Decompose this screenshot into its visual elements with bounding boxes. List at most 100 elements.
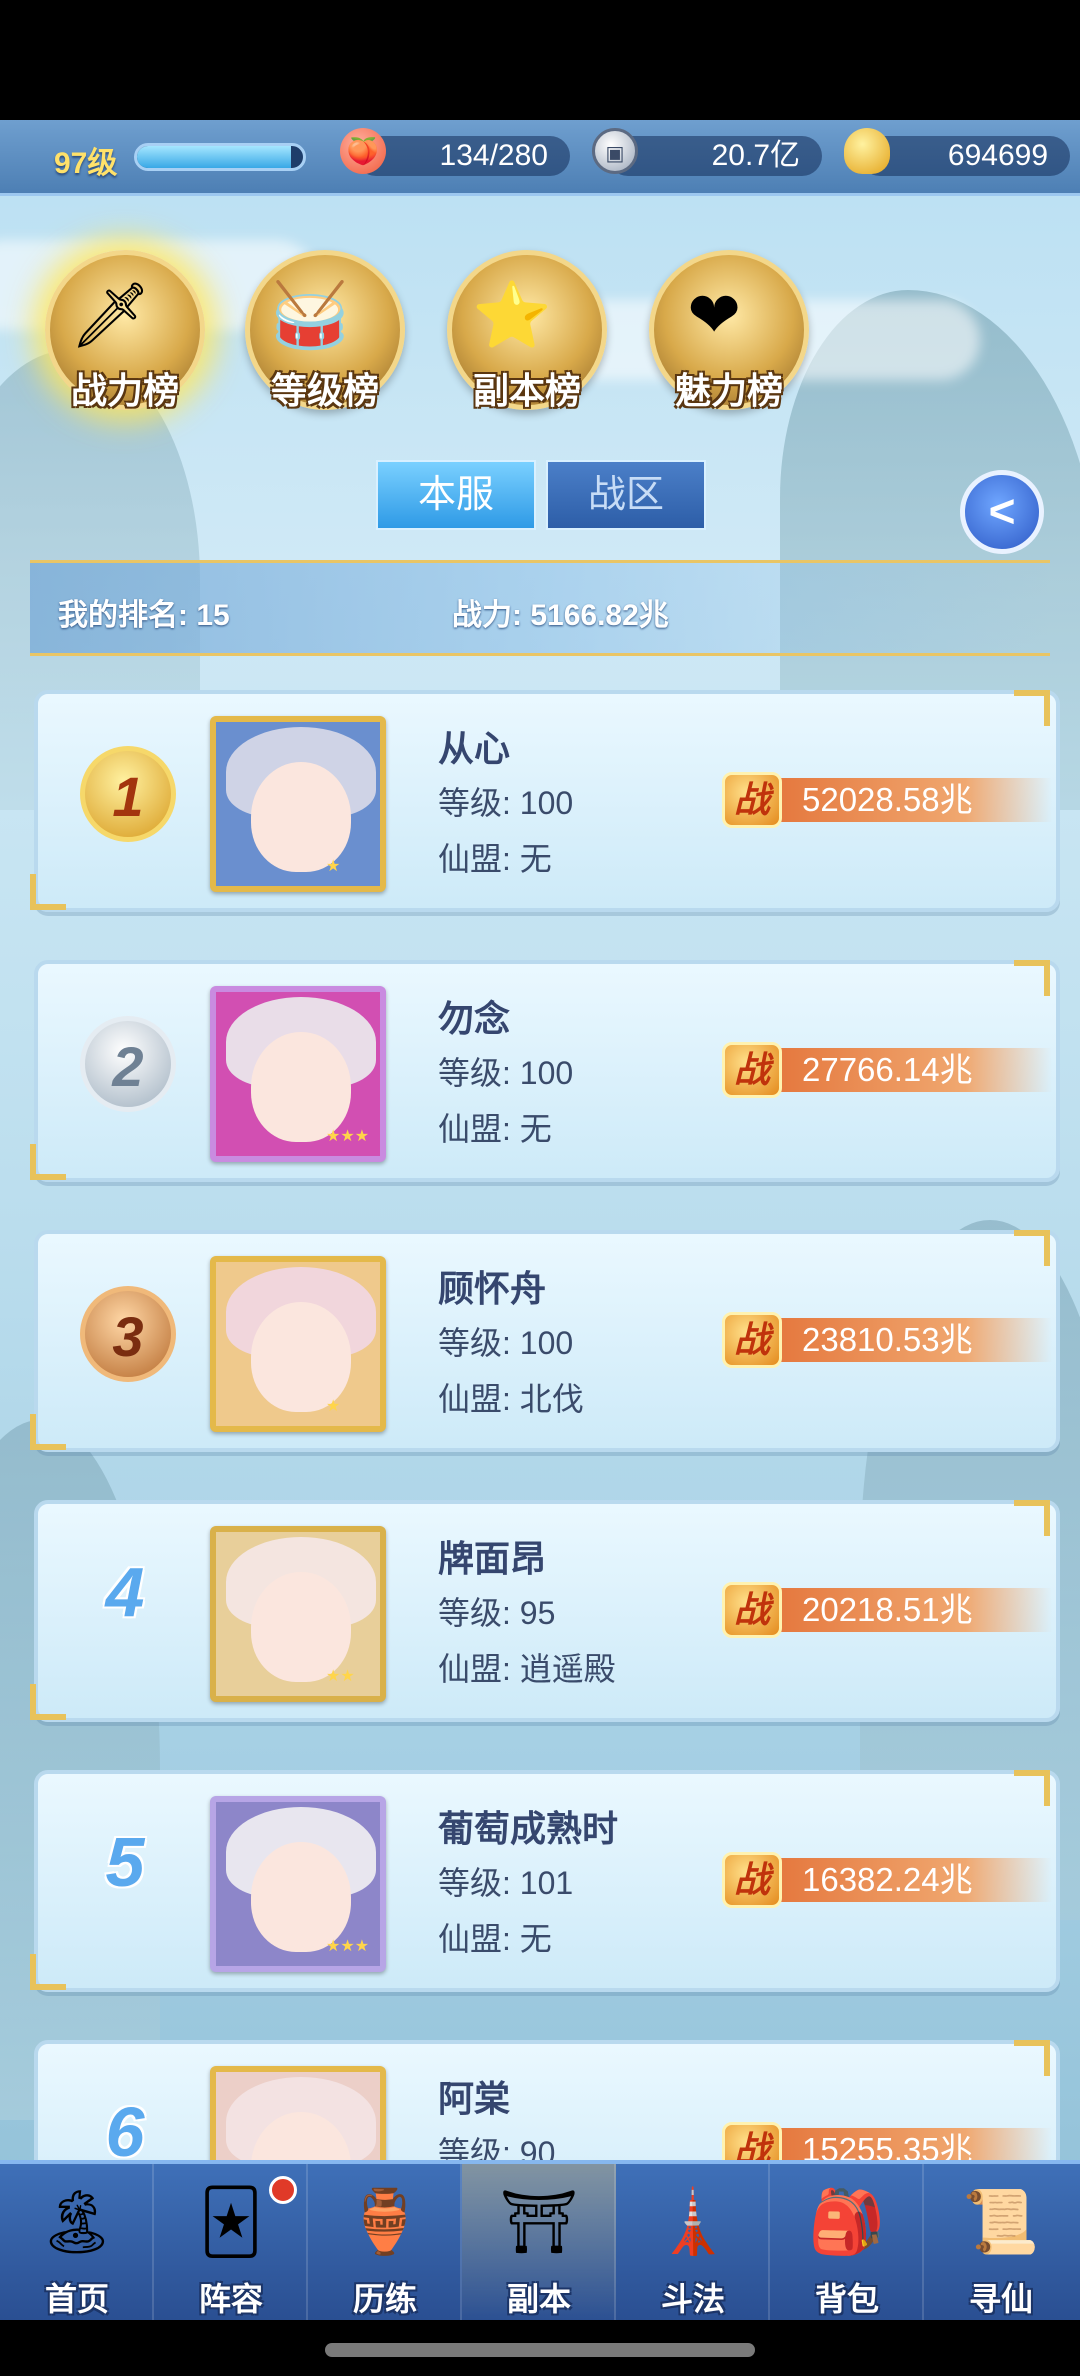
resource-bar: 97级 134/280 🍑 20.7亿 ▣ 694699: [0, 120, 1080, 196]
gold-medal-icon: 1: [80, 746, 176, 842]
avatar[interactable]: ★★★: [210, 1796, 386, 1972]
power-value: 23810.53兆: [802, 1321, 973, 1358]
player-name: 顾怀舟: [438, 1268, 547, 1309]
corner-ornament: [30, 1684, 66, 1720]
player-name: 阿棠: [438, 2078, 511, 2119]
heart-icon: ❤: [687, 279, 741, 351]
corner-ornament: [30, 1954, 66, 1990]
star-rating-icon: ★★★: [326, 1128, 370, 1145]
star-rating-icon: ★★: [326, 1668, 355, 1685]
sword-shield-icon: 🗡: [70, 279, 152, 351]
silver-medal-icon: 2: [80, 1016, 176, 1112]
power-value: 27766.14兆: [802, 1051, 973, 1088]
my-rank: 我的排名: 15: [58, 599, 230, 632]
nav-bag[interactable]: 🎒 背包: [770, 2164, 924, 2320]
corner-ornament: [1014, 960, 1050, 996]
status-bar: [0, 0, 1080, 120]
player-guild: 仙盟: 北伐: [438, 1381, 584, 1417]
coin-display[interactable]: 20.7亿: [608, 136, 822, 176]
tab-label: 副本榜: [472, 370, 581, 411]
tab-label: 魅力榜: [674, 370, 783, 411]
list-item[interactable]: 4 ★★ 牌面昂 等级: 95 仙盟: 逍遥殿 20218.51兆 战: [20, 1490, 1060, 1730]
gold-ingot-icon: [844, 128, 890, 174]
nav-home[interactable]: 🏝 首页: [0, 2164, 154, 2320]
bag-icon: 🎒: [808, 2188, 886, 2257]
battle-icon: 战: [722, 1312, 782, 1368]
nav-label: 寻仙: [968, 2281, 1033, 2317]
battle-icon: 战: [722, 1582, 782, 1638]
player-name: 葡萄成熟时: [438, 1808, 619, 1849]
bottom-nav: 🏝 首页 🃏 阵容 🏺 历练 ⛩ 副本 🗼 斗法 🎒 背包 📜 寻仙: [0, 2160, 1080, 2320]
avatar[interactable]: ★★★: [210, 986, 386, 1162]
nav-dungeon[interactable]: ⛩ 副本: [462, 2164, 616, 2320]
home-indicator[interactable]: [325, 2343, 755, 2357]
corner-ornament: [30, 874, 66, 910]
xp-bar-fill: [137, 146, 292, 168]
power-display: 52028.58兆 战: [722, 772, 1052, 828]
tab-dungeon-ranking[interactable]: ⭐ 副本榜: [432, 250, 622, 420]
player-level: 等级: 100: [438, 1055, 574, 1091]
tab-charm-ranking[interactable]: ❤ 魅力榜: [634, 250, 824, 420]
corner-ornament: [30, 1144, 66, 1180]
player-name: 从心: [438, 728, 511, 769]
list-item[interactable]: 3 ★ 顾怀舟 等级: 100 仙盟: 北伐 23810.53兆 战: [20, 1220, 1060, 1460]
gourd-icon: 🏺: [346, 2188, 424, 2257]
nav-training[interactable]: 🏺 历练: [308, 2164, 462, 2320]
nav-label: 背包: [814, 2281, 879, 2317]
bronze-medal-icon: 3: [80, 1286, 176, 1382]
battle-icon: 战: [722, 1852, 782, 1908]
nav-lineup[interactable]: 🃏 阵容: [154, 2164, 308, 2320]
list-item[interactable]: 2 ★★★ 勿念 等级: 100 仙盟: 无 27766.14兆 战: [20, 950, 1060, 1190]
player-level: 等级: 100: [438, 1325, 574, 1361]
corner-ornament: [1014, 690, 1050, 726]
avatar[interactable]: ★: [210, 1256, 386, 1432]
ranking-screen: 97级 134/280 🍑 20.7亿 ▣ 694699 🗡 战力榜 🥁 等级榜…: [0, 120, 1080, 2320]
tower-icon: 🗼: [654, 2188, 732, 2257]
corner-ornament: [1014, 2040, 1050, 2076]
list-item[interactable]: 1 ★ 从心 等级: 100 仙盟: 无 52028.58兆 战: [20, 680, 1060, 920]
corner-ornament: [1014, 1230, 1050, 1266]
power-display: 16382.24兆 战: [722, 1852, 1052, 1908]
player-guild: 仙盟: 无: [438, 1111, 552, 1147]
scroll-icon: 📜: [962, 2188, 1040, 2257]
my-power: 战力: 5166.82兆: [452, 599, 669, 632]
stamina-display[interactable]: 134/280: [356, 136, 570, 176]
nav-label: 首页: [44, 2281, 109, 2317]
nav-label: 历练: [352, 2281, 417, 2317]
nav-label: 副本: [506, 2281, 571, 2317]
player-guild: 仙盟: 无: [438, 841, 552, 877]
notification-dot: [269, 2176, 297, 2204]
player-name: 勿念: [438, 998, 511, 1039]
player-level: 97级: [54, 147, 118, 180]
power-display: 23810.53兆 战: [722, 1312, 1052, 1368]
list-item[interactable]: 5 ★★★ 葡萄成熟时 等级: 101 仙盟: 无 16382.24兆 战: [20, 1760, 1060, 2000]
island-icon: 🏝: [37, 2188, 117, 2257]
nav-label: 斗法: [660, 2281, 725, 2317]
power-display: 27766.14兆 战: [722, 1042, 1052, 1098]
rank-number: 4: [105, 1553, 145, 1631]
cards-icon: 🃏: [199, 2188, 263, 2257]
nav-seek-immortal[interactable]: 📜 寻仙: [924, 2164, 1078, 2320]
tab-power-ranking[interactable]: 🗡 战力榜: [30, 250, 220, 420]
avatar[interactable]: ★★: [210, 1526, 386, 1702]
tab-label: 等级榜: [270, 370, 379, 411]
battle-icon: 战: [722, 1042, 782, 1098]
nav-duel[interactable]: 🗼 斗法: [616, 2164, 770, 2320]
tab-war-zone[interactable]: 战区: [546, 460, 706, 530]
tab-level-ranking[interactable]: 🥁 等级榜: [230, 250, 420, 420]
back-button[interactable]: <: [960, 470, 1044, 554]
player-level: 等级: 101: [438, 1865, 574, 1901]
avatar[interactable]: ★: [210, 716, 386, 892]
battle-icon: 战: [722, 772, 782, 828]
tab-local-server[interactable]: 本服: [376, 460, 536, 530]
corner-ornament: [30, 1414, 66, 1450]
player-level: 等级: 95: [438, 1595, 556, 1631]
gold-display[interactable]: 694699: [860, 136, 1070, 176]
copper-coin-icon: ▣: [592, 128, 638, 174]
player-guild: 仙盟: 逍遥殿: [438, 1651, 616, 1687]
nav-label: 阵容: [198, 2281, 263, 2317]
tab-label: 战力榜: [70, 370, 179, 411]
gate-icon: ⛩: [499, 2188, 579, 2257]
player-guild: 仙盟: 无: [438, 1921, 552, 1957]
power-value: 20218.51兆: [802, 1591, 973, 1628]
